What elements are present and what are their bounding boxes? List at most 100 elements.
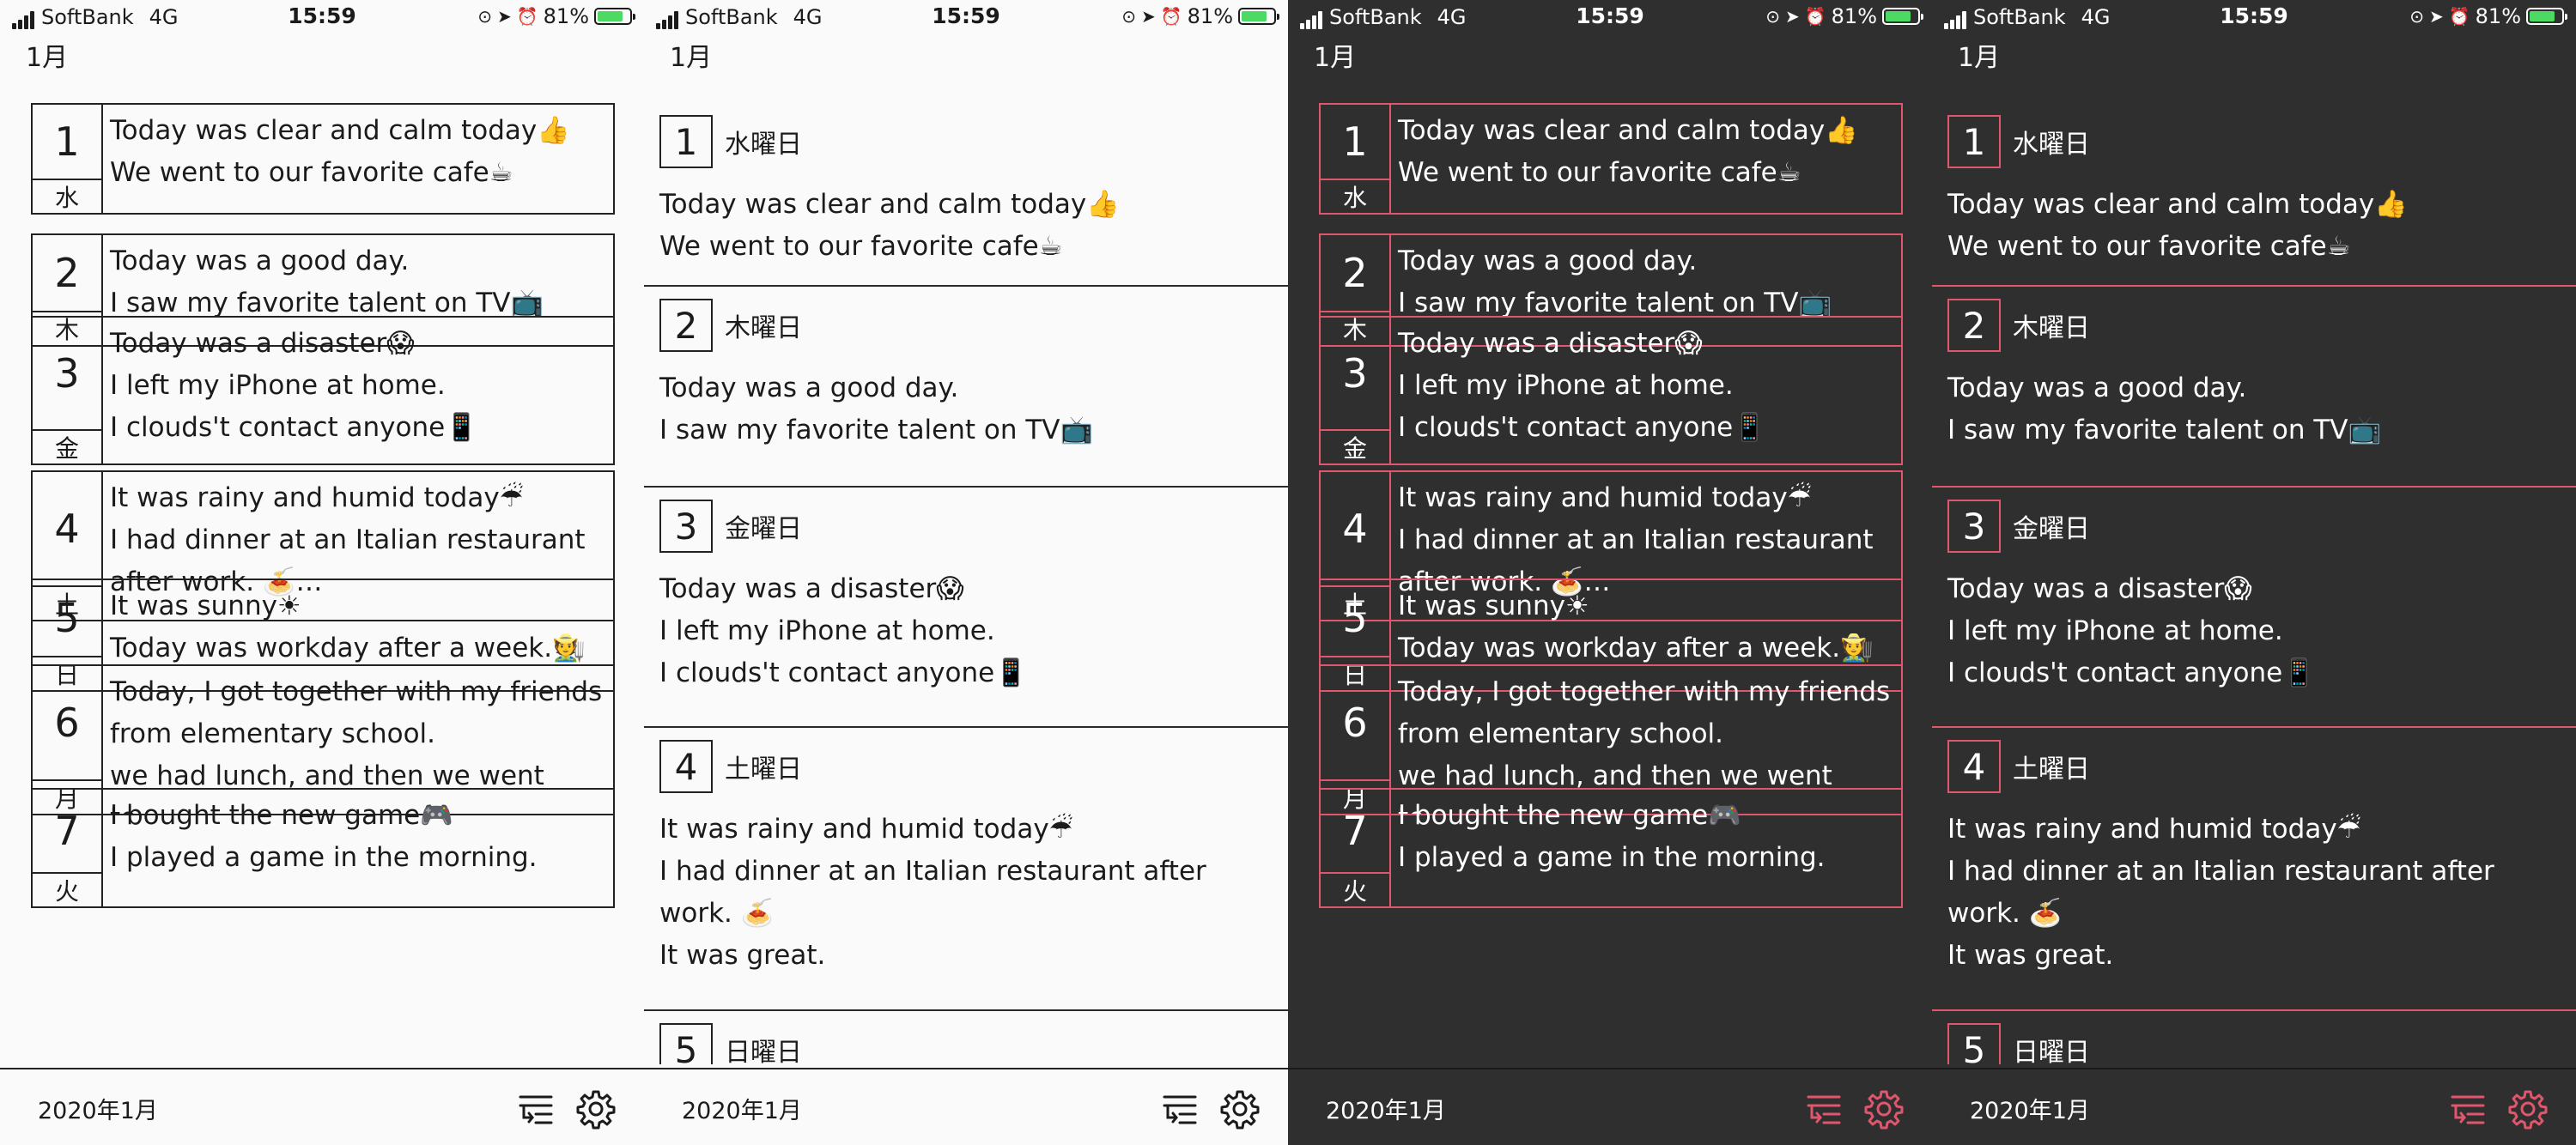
weekday-label: 金 [33, 429, 101, 463]
day-number: 7 [1342, 808, 1368, 854]
day-number: 2 [659, 299, 713, 352]
alarm-icon: ⏰ [516, 6, 538, 27]
diary-row[interactable]: 1 水曜日 Today was clear and calm today👍 We… [1932, 103, 2576, 287]
diary-entry-text: Today was clear and calm today👍 We went … [659, 189, 1120, 262]
gear-icon[interactable] [1862, 1087, 1906, 1131]
weekday-label: 日曜日 [725, 1038, 802, 1064]
weekday-label: 金曜日 [2013, 514, 2090, 544]
diary-row[interactable]: 2 木曜日 Today was a good day. I saw my fav… [1932, 287, 2576, 488]
weekday-label: 金 [1321, 429, 1389, 463]
bottom-toolbar: 2020年1月 [0, 1068, 644, 1145]
month-selector-label[interactable]: 2020年1月 [682, 1092, 802, 1125]
bottom-toolbar: 2020年1月 [644, 1068, 1288, 1145]
diary-row[interactable]: 1 水曜日 Today was clear and calm today👍 We… [644, 103, 1288, 287]
day-number: 4 [659, 740, 713, 793]
weekday-label: 土曜日 [725, 754, 802, 785]
weekday-label: 水曜日 [725, 130, 802, 160]
sort-list-icon[interactable] [2445, 1087, 2490, 1131]
weekday-label: 火 [1321, 872, 1389, 906]
month-selector-label[interactable]: 2020年1月 [1970, 1092, 2090, 1125]
battery-percent: 81% [2475, 4, 2521, 28]
bottom-toolbar: 2020年1月 [1932, 1068, 2576, 1145]
gear-icon[interactable] [2506, 1087, 2550, 1131]
sort-list-icon[interactable] [513, 1087, 558, 1131]
diary-entry-text: Today was a disaster😱 I left my iPhone a… [1398, 328, 1766, 443]
diary-card[interactable]: 3 金 Today was a disaster😱 I left my iPho… [1319, 316, 1903, 465]
orientation-lock-icon: ⊙ [2409, 6, 2424, 27]
day-number: 7 [54, 808, 80, 854]
diary-entry-text: It was rainy and humid today☔ I had dinn… [1947, 814, 2494, 971]
diary-card[interactable]: 7 火 I bought the new game🎮 I played a ga… [1319, 788, 1903, 908]
diary-card-list[interactable]: 1 水 Today was clear and calm today👍 We w… [1288, 103, 1932, 1064]
diary-entry-text: Today was a disaster😱 I left my iPhone a… [110, 328, 478, 443]
diary-entry-text: Today was clear and calm today👍 We went … [110, 115, 570, 188]
weekday-label: 木曜日 [2013, 313, 2090, 343]
orientation-lock-icon: ⊙ [477, 6, 492, 27]
month-header: 1月 [26, 43, 69, 73]
diary-entry-text: Today was clear and calm today👍 We went … [1398, 115, 1858, 188]
date-column: 1 水 [1321, 105, 1391, 213]
day-number: 1 [1947, 115, 2001, 168]
alarm-icon: ⏰ [2448, 6, 2470, 27]
screen-light-card: SoftBank 4G 15:59 ⊙ ➤ ⏰ 81% 1月 1 水 Today… [0, 0, 644, 1145]
location-icon: ➤ [2428, 6, 2444, 27]
status-bar: SoftBank 4G 15:59 ⊙ ➤ ⏰ 81% [1932, 0, 2576, 36]
location-icon: ➤ [496, 6, 512, 27]
battery-icon [594, 8, 635, 25]
alarm-icon: ⏰ [1160, 6, 1182, 27]
battery-percent: 81% [1831, 4, 1877, 28]
day-number: 6 [54, 700, 80, 746]
battery-icon [1882, 8, 1923, 25]
gear-icon[interactable] [574, 1087, 618, 1131]
diary-entry-text: I bought the new game🎮 I played a game i… [110, 800, 538, 873]
sort-list-icon[interactable] [1801, 1087, 1846, 1131]
date-column: 3 金 [33, 318, 103, 463]
day-number: 1 [659, 115, 713, 168]
diary-row[interactable]: 2 木曜日 Today was a good day. I saw my fav… [644, 287, 1288, 488]
day-number: 4 [1342, 506, 1368, 552]
diary-row[interactable]: 3 金曜日 Today was a disaster😱 I left my iP… [1932, 488, 2576, 728]
diary-entry-text: Today was a good day. I saw my favorite … [1947, 373, 2382, 445]
diary-row[interactable]: 5 日曜日 [1932, 1011, 2576, 1064]
day-number: 5 [659, 1023, 713, 1064]
location-icon: ➤ [1784, 6, 1800, 27]
diary-row-list[interactable]: 1 水曜日 Today was clear and calm today👍 We… [644, 103, 1288, 1064]
date-column: 3 金 [1321, 318, 1391, 463]
day-number: 2 [1342, 250, 1368, 296]
diary-row[interactable]: 4 土曜日 It was rainy and humid today☔ I ha… [644, 728, 1288, 1011]
date-column: 7 火 [1321, 790, 1391, 906]
diary-entry-text: Today was a disaster😱 I left my iPhone a… [1947, 573, 2316, 688]
sort-list-icon[interactable] [1157, 1087, 1202, 1131]
diary-card[interactable]: 3 金 Today was a disaster😱 I left my iPho… [31, 316, 615, 465]
screen-dark-list: SoftBank 4G 15:59 ⊙ ➤ ⏰ 81% 1月 1 水曜日 Tod… [1932, 0, 2576, 1145]
weekday-label: 水 [33, 179, 101, 213]
weekday-label: 土曜日 [2013, 754, 2090, 785]
gear-icon[interactable] [1218, 1087, 1262, 1131]
diary-card[interactable]: 1 水 Today was clear and calm today👍 We w… [1319, 103, 1903, 215]
day-number: 1 [1342, 118, 1368, 165]
month-header: 1月 [1958, 43, 2001, 73]
diary-row-list[interactable]: 1 水曜日 Today was clear and calm today👍 We… [1932, 103, 2576, 1064]
diary-entry-text: I bought the new game🎮 I played a game i… [1398, 800, 1826, 873]
weekday-label: 日曜日 [2013, 1038, 2090, 1064]
month-header: 1月 [1314, 43, 1357, 73]
day-number: 3 [659, 500, 713, 553]
month-selector-label[interactable]: 2020年1月 [38, 1092, 158, 1125]
diary-card-list[interactable]: 1 水 Today was clear and calm today👍 We w… [0, 103, 644, 1064]
diary-row[interactable]: 5 日曜日 [644, 1011, 1288, 1064]
day-number: 3 [54, 350, 80, 397]
day-number: 6 [1342, 700, 1368, 746]
diary-card[interactable]: 7 火 I bought the new game🎮 I played a ga… [31, 788, 615, 908]
alarm-icon: ⏰ [1804, 6, 1826, 27]
diary-row[interactable]: 3 金曜日 Today was a disaster😱 I left my iP… [644, 488, 1288, 728]
weekday-label: 火 [33, 872, 101, 906]
diary-row[interactable]: 4 土曜日 It was rainy and humid today☔ I ha… [1932, 728, 2576, 1011]
weekday-label: 水 [1321, 179, 1389, 213]
month-selector-label[interactable]: 2020年1月 [1326, 1092, 1446, 1125]
day-number: 4 [54, 506, 80, 552]
day-number: 5 [1947, 1023, 2001, 1064]
screen-dark-card: SoftBank 4G 15:59 ⊙ ➤ ⏰ 81% 1月 1 水 Today… [1288, 0, 1932, 1145]
weekday-label: 金曜日 [725, 514, 802, 544]
day-number: 2 [54, 250, 80, 296]
diary-card[interactable]: 1 水 Today was clear and calm today👍 We w… [31, 103, 615, 215]
